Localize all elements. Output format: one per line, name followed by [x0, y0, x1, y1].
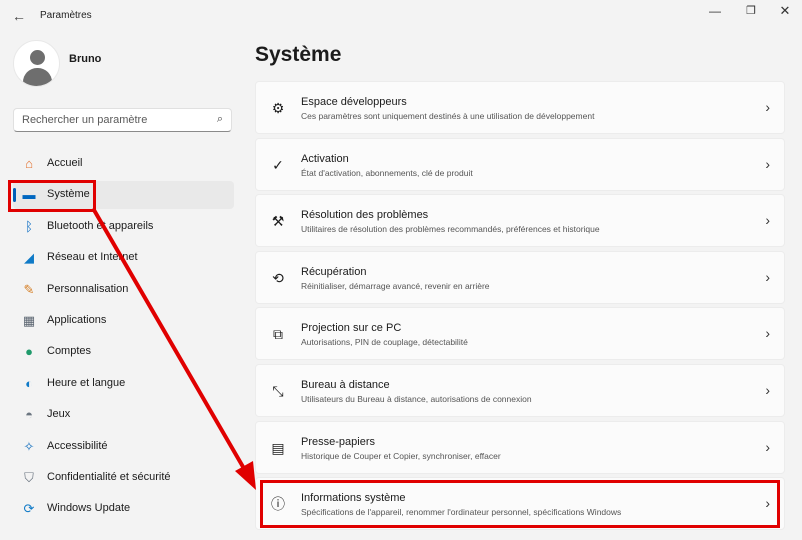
arrow-shaft — [92, 208, 248, 474]
arrow-head — [235, 461, 256, 490]
annotation-arrow — [92, 208, 256, 490]
